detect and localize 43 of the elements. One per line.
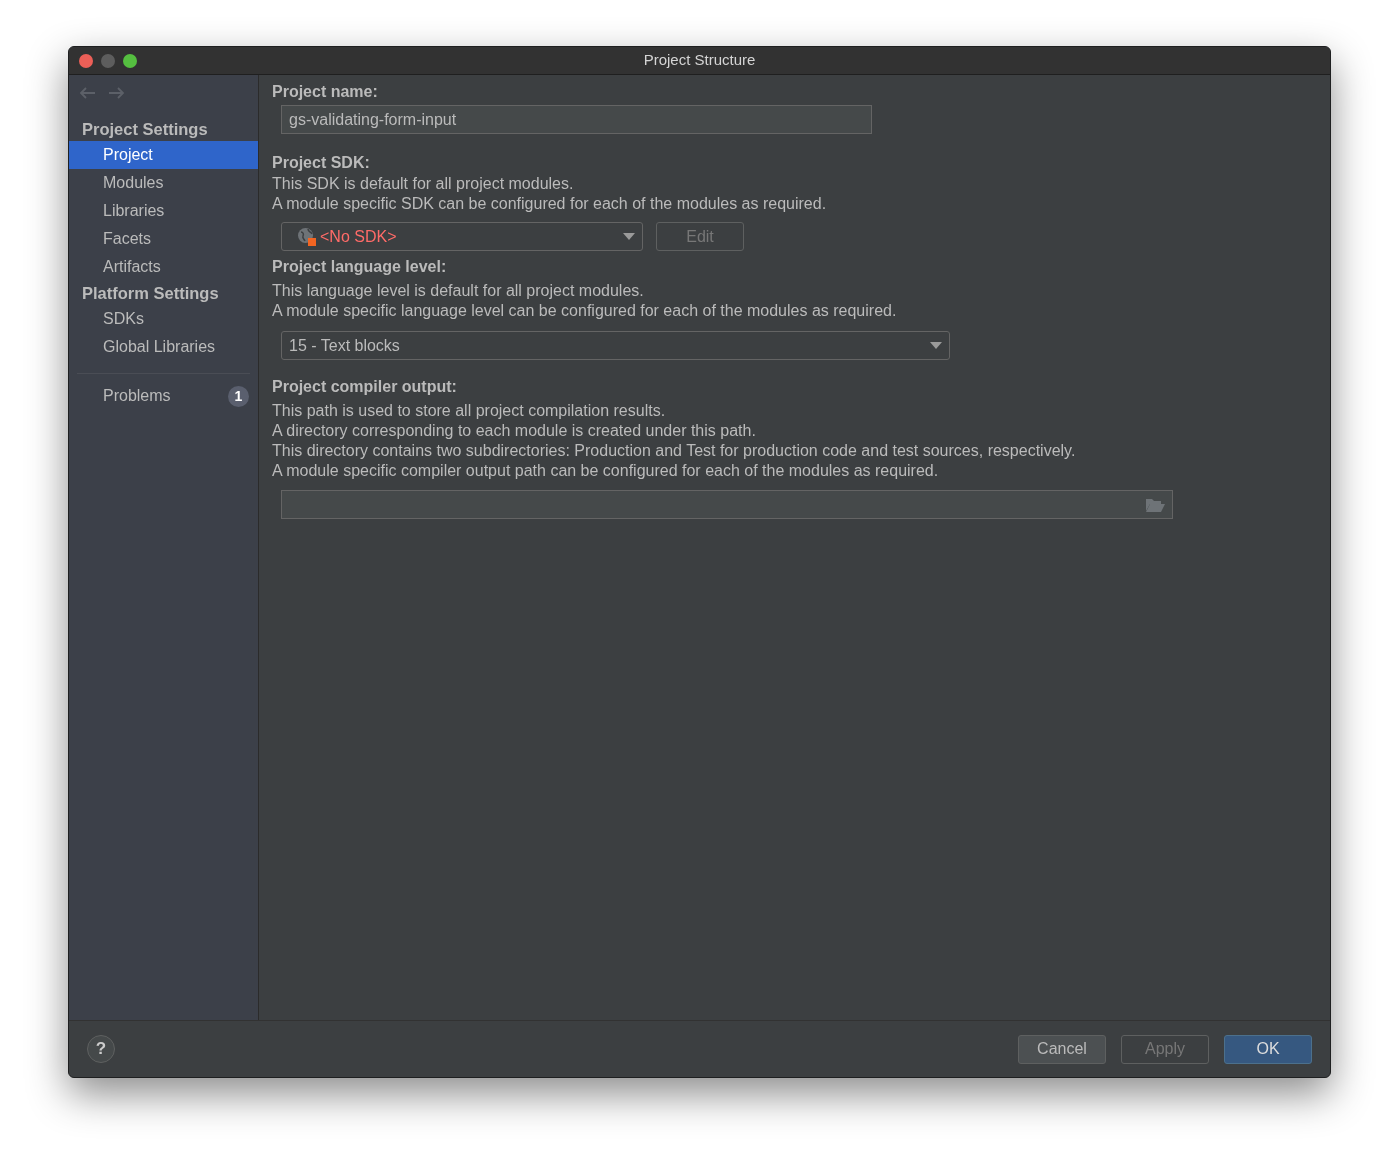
sidebar-item[interactable]: Global Libraries [69, 333, 258, 361]
section-heading: Project SDK: [272, 153, 371, 173]
dialog-button[interactable]: Cancel [1018, 1034, 1106, 1064]
dropdown-caret-icon [930, 342, 942, 349]
minimize-window-icon[interactable] [101, 53, 115, 68]
problems-label: Problems [103, 386, 171, 406]
dropdown-caret-icon [623, 233, 635, 240]
sidebar-heading: Project Settings [81, 119, 209, 140]
sdk-dropdown[interactable]: <No SDK> [281, 222, 643, 251]
sidebar-item[interactable]: Artifacts [69, 253, 258, 281]
language-level-value: 15 - Text blocks [289, 335, 400, 356]
globe-warning-icon [297, 227, 316, 246]
section-heading: Project language level: [272, 257, 448, 277]
sidebar-item[interactable]: Libraries [69, 197, 258, 225]
sidebar-item[interactable]: Facets [69, 225, 258, 253]
dialog-button[interactable]: OK [1224, 1034, 1312, 1064]
section-heading: Project compiler output: [272, 377, 458, 397]
sidebar-item[interactable]: Problems 1 [69, 382, 258, 410]
sidebar-item[interactable]: Modules [69, 169, 258, 197]
back-arrow-icon[interactable] [79, 87, 96, 99]
close-window-icon[interactable] [79, 53, 93, 68]
project-name-field[interactable]: gs-validating-form-input [281, 105, 872, 134]
description-text: A module specific compiler output path can be configured for each of the modules as required. [272, 461, 940, 481]
sidebar-heading: Platform Settings [81, 283, 220, 304]
language-level-dropdown[interactable]: 15 - Text blocks [281, 331, 950, 360]
zoom-window-icon[interactable] [123, 53, 137, 68]
description-text: A module specific language level can be configured for each of the modules as required. [272, 301, 898, 321]
folder-icon[interactable] [1146, 497, 1165, 512]
output-path-field[interactable] [281, 490, 1173, 519]
sidebar-item[interactable]: SDKs [69, 305, 258, 333]
description-text: This language level is default for all project modules. [272, 281, 645, 301]
description-text: This path is used to store all project compilation results. [272, 401, 667, 421]
forward-arrow-icon[interactable] [108, 87, 125, 99]
section-heading: Project name: [272, 82, 379, 102]
description-text: A directory corresponding to each module is created under this path. [272, 421, 757, 441]
help-button[interactable]: ? [87, 1035, 115, 1063]
count-badge: 1 [228, 385, 249, 407]
window-title: Project Structure [643, 51, 756, 69]
description-text: This SDK is default for all project modules. [272, 174, 575, 194]
description-text: This directory contains two subdirectories: Production and Test for production code and test sources, respectively. [272, 441, 1077, 461]
description-text: A module specific SDK can be configured for each of the modules as required. [272, 194, 828, 214]
sdk-value: <No SDK> [320, 226, 397, 247]
sidebar-item[interactable]: Project [69, 141, 258, 169]
